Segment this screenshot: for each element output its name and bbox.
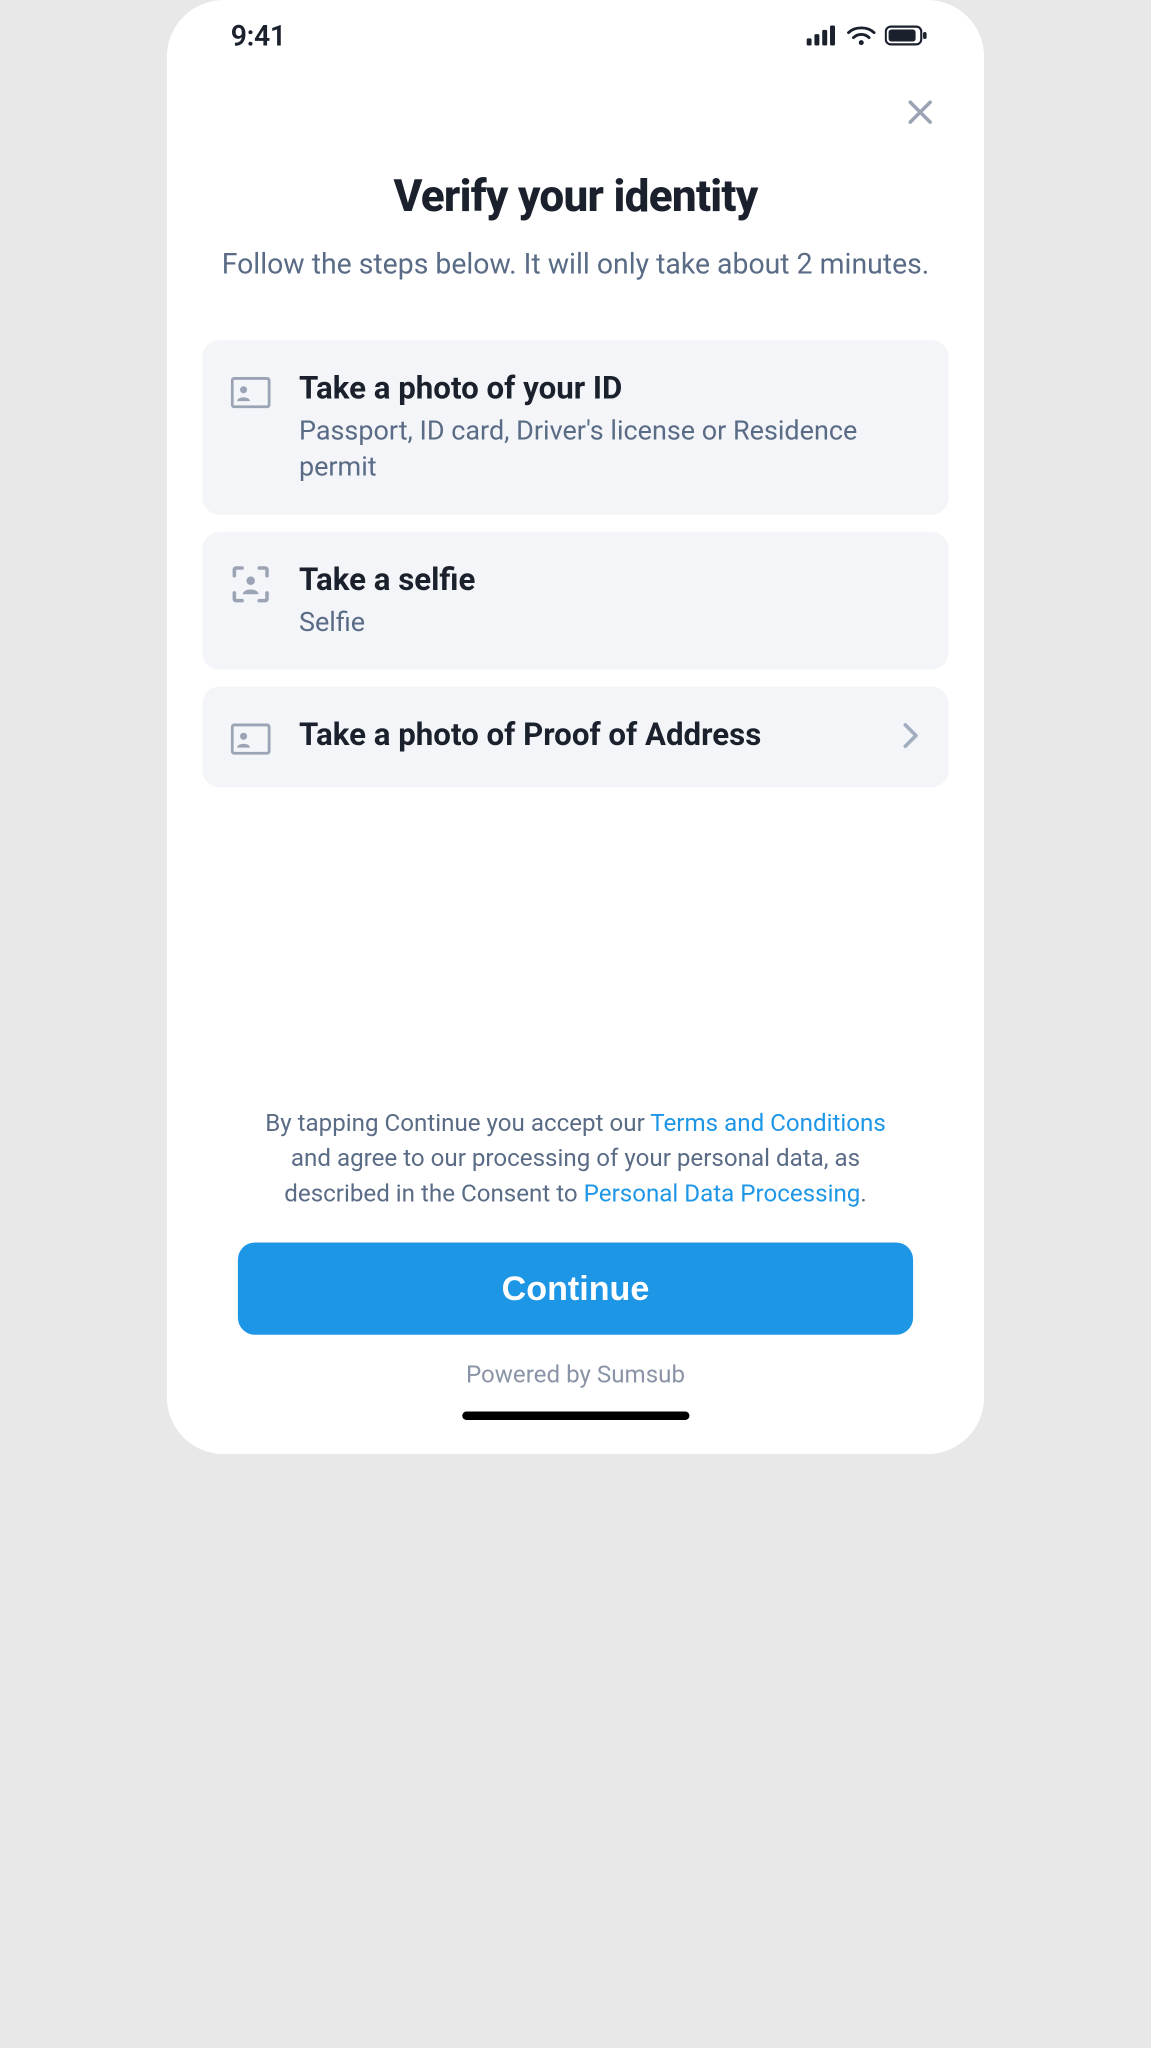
step-title: Take a photo of Proof of Address bbox=[299, 715, 873, 754]
consent-part3: . bbox=[860, 1179, 866, 1207]
id-card-icon bbox=[231, 373, 271, 413]
status-bar: 9:41 bbox=[167, 0, 984, 71]
step-body: Take a photo of your ID Passport, ID car… bbox=[299, 368, 920, 486]
step-title: Take a selfie bbox=[299, 560, 920, 599]
step-body: Take a photo of Proof of Address bbox=[299, 715, 873, 754]
close-icon bbox=[906, 98, 934, 129]
selfie-frame-icon bbox=[231, 564, 271, 604]
signal-icon bbox=[807, 26, 838, 46]
data-processing-link[interactable]: Personal Data Processing bbox=[584, 1179, 861, 1207]
id-card-icon bbox=[231, 719, 271, 759]
status-time: 9:41 bbox=[231, 19, 286, 52]
page-title: Verify your identity bbox=[202, 170, 948, 222]
continue-button[interactable]: Continue bbox=[238, 1243, 913, 1335]
home-indicator[interactable] bbox=[462, 1411, 689, 1420]
step-title: Take a photo of your ID bbox=[299, 368, 920, 407]
powered-by: Powered by Sumsub bbox=[238, 1360, 913, 1388]
consent-text: By tapping Continue you accept our Terms… bbox=[238, 1106, 913, 1211]
step-proof-address[interactable]: Take a photo of Proof of Address bbox=[202, 686, 948, 787]
battery-icon bbox=[885, 26, 928, 46]
screen: 9:41 Verify your identity Follow the ste… bbox=[167, 0, 984, 1454]
status-icons bbox=[807, 25, 928, 46]
step-desc: Selfie bbox=[299, 605, 920, 641]
step-id-photo[interactable]: Take a photo of your ID Passport, ID car… bbox=[202, 340, 948, 514]
chevron-right-icon bbox=[902, 721, 920, 752]
close-button[interactable] bbox=[899, 92, 942, 135]
page-subtitle: Follow the steps below. It will only tak… bbox=[202, 245, 948, 283]
wifi-icon bbox=[846, 25, 876, 46]
step-selfie[interactable]: Take a selfie Selfie bbox=[202, 532, 948, 670]
consent-part1: By tapping Continue you accept our bbox=[265, 1109, 650, 1137]
step-body: Take a selfie Selfie bbox=[299, 560, 920, 641]
step-desc: Passport, ID card, Driver's license or R… bbox=[299, 413, 920, 486]
step-list: Take a photo of your ID Passport, ID car… bbox=[202, 340, 948, 787]
close-row bbox=[167, 71, 984, 135]
terms-link[interactable]: Terms and Conditions bbox=[650, 1109, 886, 1137]
content: Verify your identity Follow the steps be… bbox=[167, 135, 984, 1454]
footer: By tapping Continue you accept our Terms… bbox=[202, 1106, 948, 1454]
